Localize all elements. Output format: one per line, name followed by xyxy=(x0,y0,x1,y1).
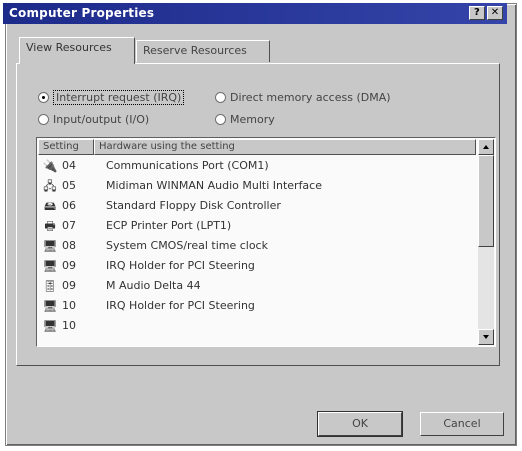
column-header-setting[interactable]: Setting xyxy=(38,139,94,155)
row-setting: 09 xyxy=(62,279,76,292)
radio-memory-label: Memory xyxy=(230,113,275,126)
printer-port-icon: 🖶 xyxy=(44,219,56,233)
radio-io-label: Input/output (I/O) xyxy=(53,113,150,126)
list-row[interactable]: 🖴 06 Standard Floppy Disk Controller xyxy=(40,196,470,216)
row-setting: 10 xyxy=(62,299,76,312)
tab-view-resources[interactable]: View Resources xyxy=(19,37,135,64)
radio-indicator[interactable] xyxy=(38,91,49,103)
row-device: IRQ Holder for PCI Steering xyxy=(106,259,255,272)
system-device-icon: 🖥 xyxy=(42,259,58,273)
help-button[interactable]: ? xyxy=(469,6,485,20)
row-setting: 07 xyxy=(62,219,76,232)
row-device: Standard Floppy Disk Controller xyxy=(106,199,281,212)
row-setting: 09 xyxy=(62,259,76,272)
column-header-hardware[interactable]: Hardware using the setting xyxy=(94,139,476,155)
radio-irq-label: Interrupt request (IRQ) xyxy=(53,90,185,105)
row-device: System CMOS/real time clock xyxy=(106,239,268,252)
floppy-controller-icon: 🖴 xyxy=(43,199,57,213)
radio-indicator[interactable] xyxy=(38,113,49,125)
row-setting: 06 xyxy=(62,199,76,212)
row-device: IRQ Holder for PCI Steering xyxy=(106,299,255,312)
list-row[interactable]: 🖧 05 Midiman WINMAN Audio Multi Interfac… xyxy=(40,176,470,196)
row-setting: 05 xyxy=(62,179,76,192)
row-device: M Audio Delta 44 xyxy=(106,279,201,292)
radio-io[interactable]: Input/output (I/O) xyxy=(38,112,149,128)
cancel-button[interactable]: Cancel xyxy=(420,412,504,436)
close-button[interactable]: ✕ xyxy=(487,6,503,20)
vertical-scrollbar[interactable] xyxy=(478,139,494,345)
radio-dma[interactable]: Direct memory access (DMA) xyxy=(215,90,391,106)
scroll-thumb[interactable] xyxy=(478,155,494,247)
list-row[interactable]: 🔌 04 Communications Port (COM1) xyxy=(40,156,470,176)
row-setting: 08 xyxy=(62,239,76,252)
list-row[interactable]: 🖥 10 IRQ Holder for PCI Steering xyxy=(40,296,470,316)
list-row[interactable]: 🖥 09 IRQ Holder for PCI Steering xyxy=(40,256,470,276)
tab-reserve-resources[interactable]: Reserve Resources xyxy=(136,40,270,62)
list-row[interactable]: 🖥 08 System CMOS/real time clock xyxy=(40,236,470,256)
audio-device-icon: 🎚 xyxy=(42,279,58,293)
system-device-icon: 🖥 xyxy=(42,299,58,313)
radio-dma-label: Direct memory access (DMA) xyxy=(230,91,391,104)
system-device-icon: 🖥 xyxy=(42,319,58,333)
radio-irq[interactable]: Interrupt request (IRQ) xyxy=(38,90,185,106)
radio-indicator[interactable] xyxy=(215,113,226,125)
title-bar[interactable]: Computer Properties ? ✕ xyxy=(3,3,507,24)
row-device: ECP Printer Port (LPT1) xyxy=(106,219,232,232)
serial-port-icon: 🔌 xyxy=(42,159,58,173)
row-setting: 04 xyxy=(62,159,76,172)
row-setting: 10 xyxy=(62,319,76,332)
scroll-up-arrow-icon[interactable] xyxy=(478,139,494,155)
list-header: Setting Hardware using the setting xyxy=(38,139,476,156)
list-row[interactable]: 🖥 10 xyxy=(40,316,470,336)
radio-indicator[interactable] xyxy=(215,91,226,103)
scroll-down-arrow-icon[interactable] xyxy=(478,329,494,345)
list-row[interactable]: 🖶 07 ECP Printer Port (LPT1) xyxy=(40,216,470,236)
list-row[interactable]: 🎚 09 M Audio Delta 44 xyxy=(40,276,470,296)
system-device-icon: 🖥 xyxy=(42,239,58,253)
resource-list[interactable]: Setting Hardware using the setting 🔌 04 … xyxy=(36,137,496,347)
network-adapter-icon: 🖧 xyxy=(43,179,57,193)
radio-memory[interactable]: Memory xyxy=(215,112,275,128)
ok-button[interactable]: OK xyxy=(317,411,403,437)
window-title: Computer Properties xyxy=(9,6,155,20)
row-device: Midiman WINMAN Audio Multi Interface xyxy=(106,179,322,192)
row-device: Communications Port (COM1) xyxy=(106,159,269,172)
